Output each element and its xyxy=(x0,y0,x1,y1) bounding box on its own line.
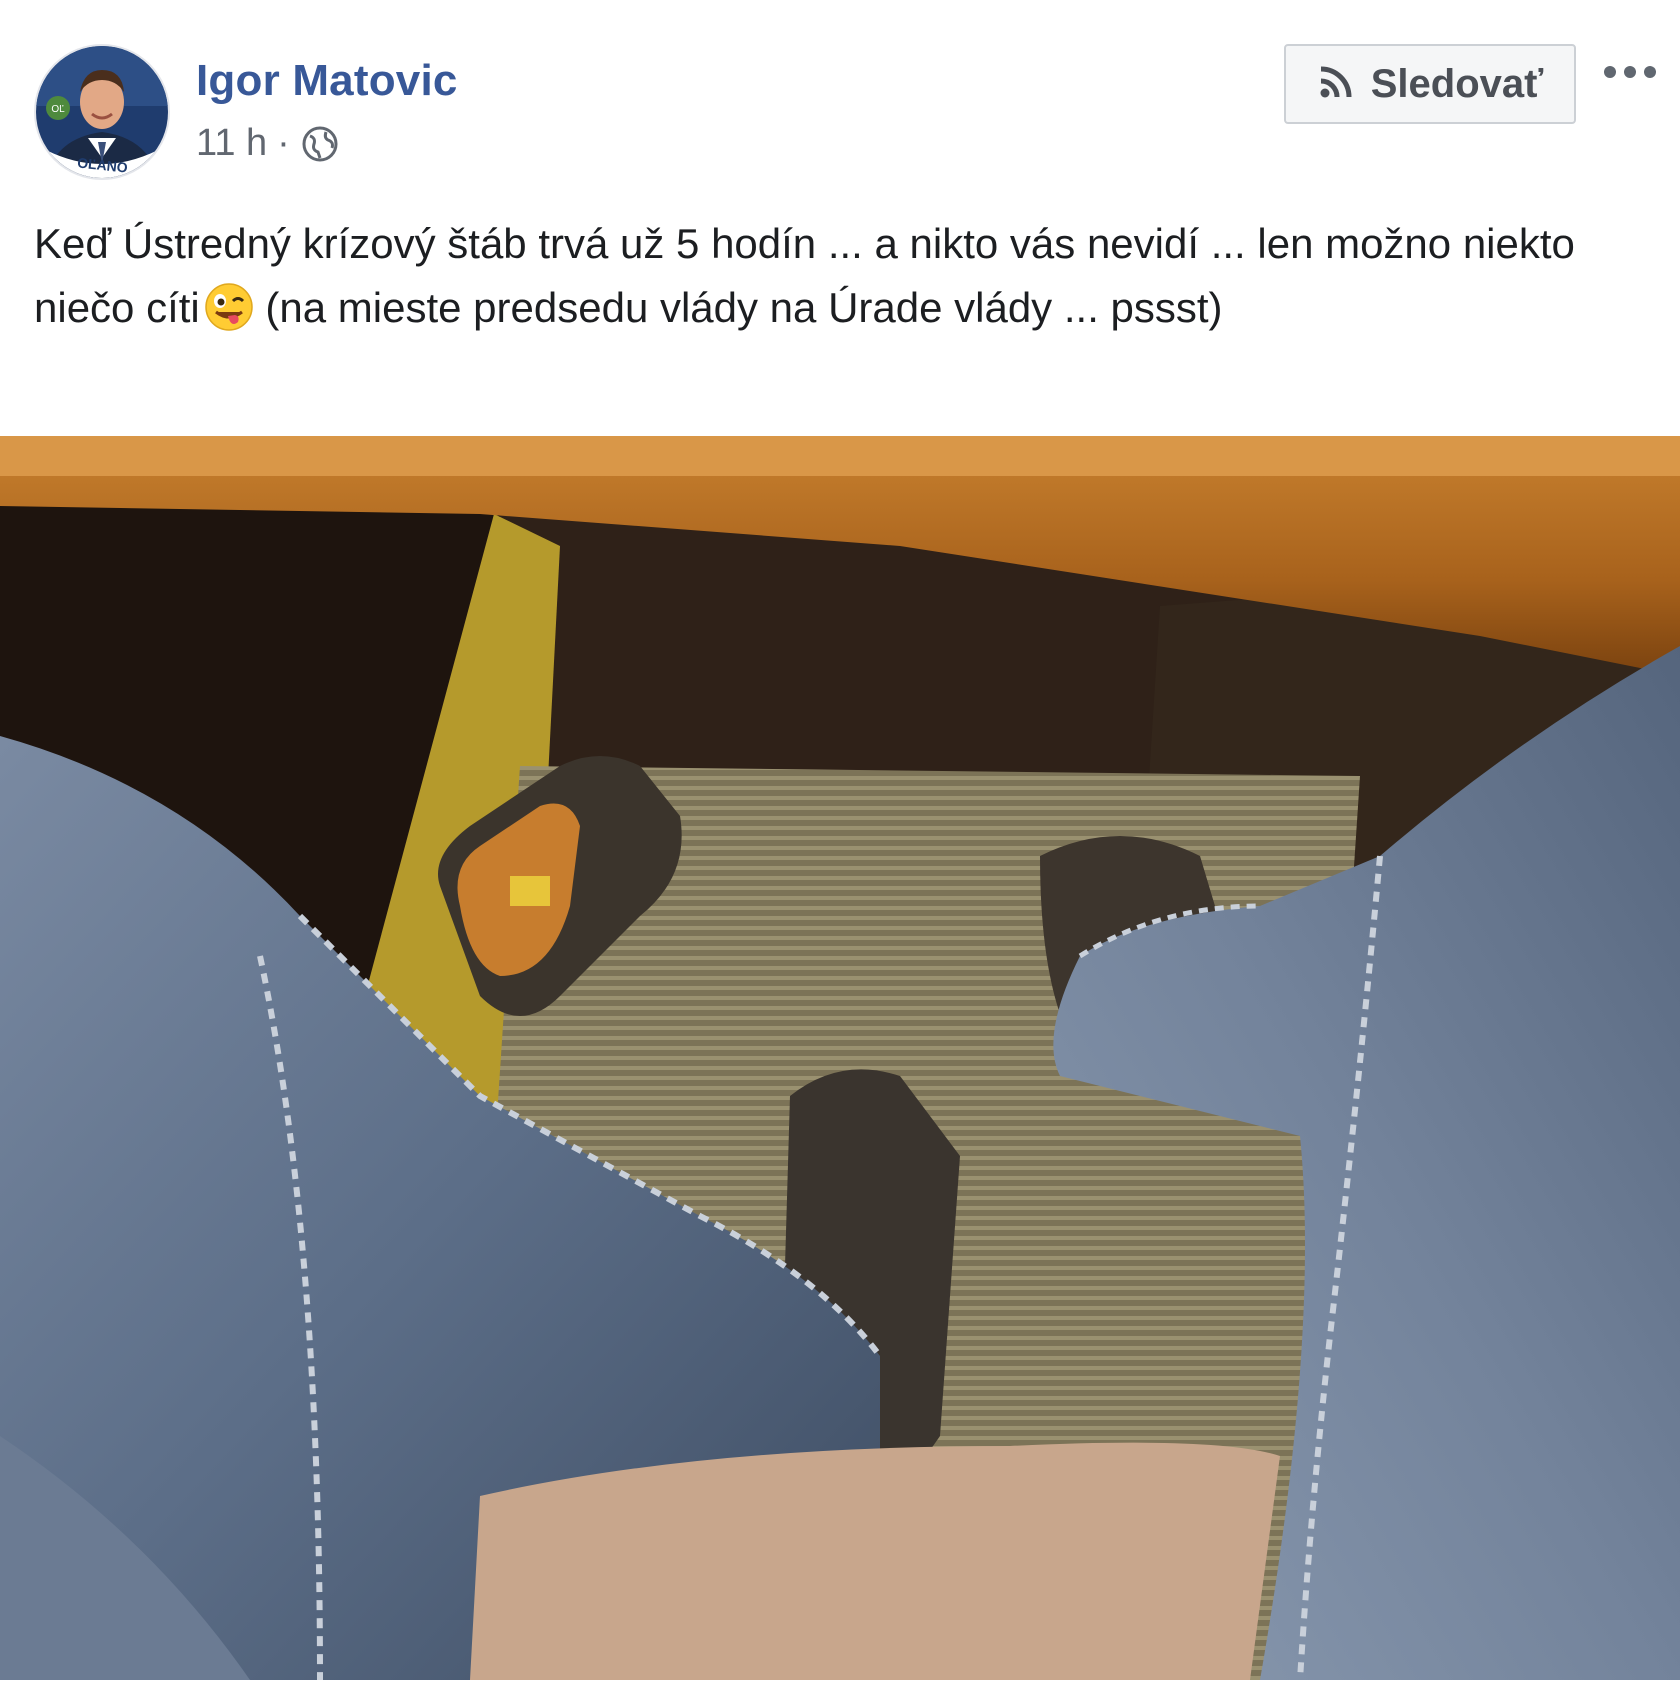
svg-text:OĽ: OĽ xyxy=(51,104,65,115)
more-options-icon[interactable] xyxy=(1600,56,1660,92)
avatar-photo: OĽ OĽANO xyxy=(36,46,168,178)
follow-button-label: Sledovať xyxy=(1370,61,1544,106)
follow-button[interactable]: Sledovať xyxy=(1284,44,1576,124)
author-name[interactable]: Igor Matovic xyxy=(196,56,458,106)
post-message-text-continued: (na mieste predsedu vlády na Úrade vlády… xyxy=(253,284,1223,331)
avatar[interactable]: OĽ OĽANO xyxy=(34,44,170,180)
rss-icon xyxy=(1317,63,1355,106)
meta-separator: · xyxy=(277,122,290,164)
globe-icon[interactable] xyxy=(300,124,340,164)
post-photo[interactable] xyxy=(0,436,1680,1681)
winking-face-with-tongue-icon xyxy=(204,282,254,332)
timestamp[interactable]: 11 h xyxy=(196,122,267,165)
post-meta: 11 h · xyxy=(196,122,340,165)
post-header: OĽ OĽANO Igor Matovic 11 h · Sledovať Ke… xyxy=(0,0,1680,436)
post-message: Keď Ústredný krízový štáb trvá už 5 hodí… xyxy=(34,212,1654,340)
